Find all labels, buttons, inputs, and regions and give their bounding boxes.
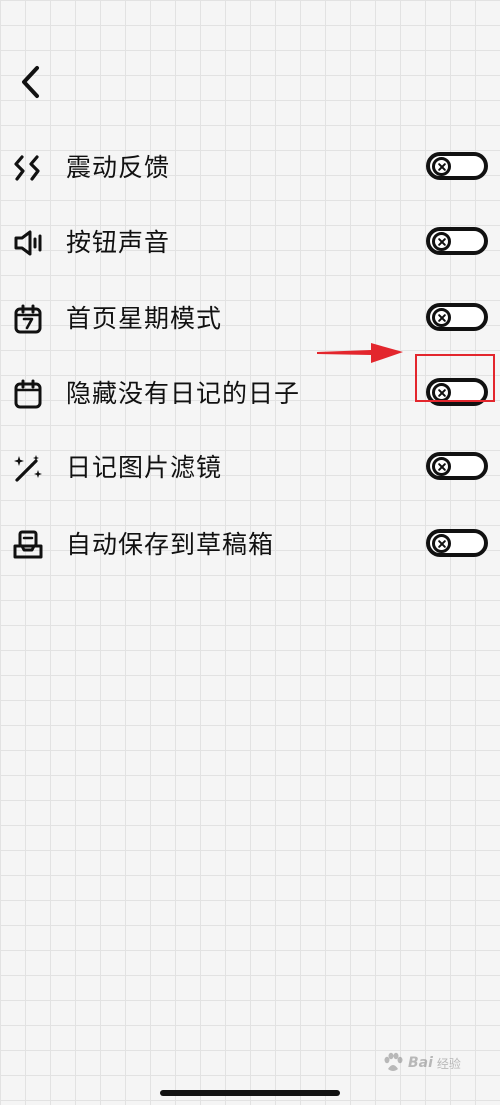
red-arrow-annotation-icon bbox=[317, 343, 403, 363]
setting-row-vibration-feedback: 震动反馈 bbox=[0, 143, 500, 193]
diary-image-filter-toggle[interactable] bbox=[426, 452, 488, 480]
baidu-jingyan-watermark: Bai 经验 bbox=[382, 1052, 461, 1074]
vibration-feedback-toggle[interactable] bbox=[426, 152, 488, 180]
home-indicator[interactable] bbox=[160, 1090, 340, 1096]
drafts-tray-icon bbox=[13, 530, 43, 559]
paw-logo-icon bbox=[384, 1052, 403, 1071]
home-week-mode-toggle[interactable] bbox=[426, 303, 488, 331]
setting-label: 日记图片滤镜 bbox=[66, 453, 223, 482]
setting-row-diary-image-filter: 日记图片滤镜 bbox=[0, 443, 500, 493]
setting-row-autosave-drafts: 自动保存到草稿箱 bbox=[0, 520, 500, 570]
back-button[interactable] bbox=[12, 62, 48, 102]
toggle-off-knob-icon bbox=[432, 457, 451, 476]
setting-row-home-week-mode: 首页星期模式 bbox=[0, 294, 500, 344]
setting-label: 按钮声音 bbox=[66, 228, 171, 257]
setting-label: 隐藏没有日记的日子 bbox=[66, 379, 301, 408]
watermark-brand: Bai bbox=[408, 1055, 433, 1071]
setting-label: 首页星期模式 bbox=[66, 304, 223, 333]
red-highlight-box bbox=[415, 354, 495, 402]
calendar-icon bbox=[14, 379, 42, 409]
toggle-off-knob-icon bbox=[432, 534, 451, 553]
setting-label: 震动反馈 bbox=[66, 153, 171, 182]
button-sound-toggle[interactable] bbox=[426, 227, 488, 255]
speaker-icon bbox=[14, 230, 42, 256]
toggle-off-knob-icon bbox=[432, 157, 451, 176]
chevron-left-icon bbox=[22, 66, 39, 98]
autosave-drafts-toggle[interactable] bbox=[426, 529, 488, 557]
watermark-text: 经验 bbox=[436, 1056, 461, 1071]
setting-row-button-sound: 按钮声音 bbox=[0, 218, 500, 268]
magic-wand-icon bbox=[14, 455, 42, 482]
toggle-off-knob-icon bbox=[432, 232, 451, 251]
setting-label: 自动保存到草稿箱 bbox=[66, 530, 275, 559]
calendar-7-icon bbox=[14, 304, 42, 334]
toggle-off-knob-icon bbox=[432, 308, 451, 327]
vibration-icon bbox=[14, 155, 40, 181]
